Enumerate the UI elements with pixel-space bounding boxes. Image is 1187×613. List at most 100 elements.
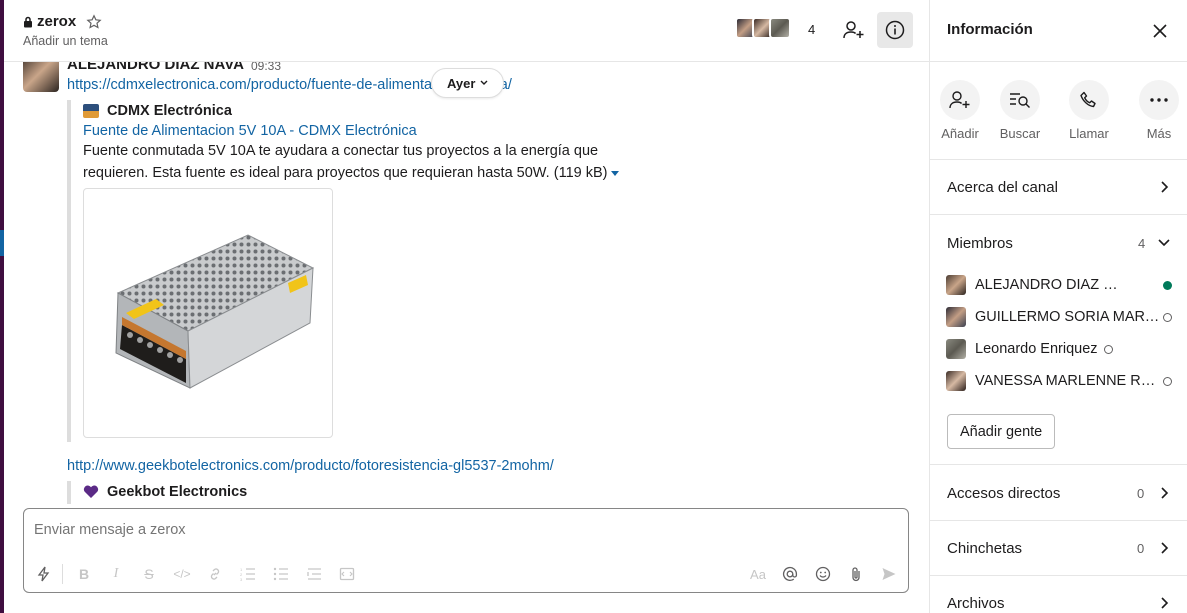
- chevron-down-icon: [480, 80, 488, 85]
- action-circle: [940, 80, 980, 120]
- presence-away-icon: [1103, 344, 1113, 354]
- files-row[interactable]: Archivos: [930, 576, 1187, 613]
- strikethrough-button[interactable]: S: [138, 563, 160, 585]
- chevron-right-icon: [1161, 487, 1169, 499]
- member-avatars[interactable]: [735, 17, 791, 39]
- message-timestamp[interactable]: 09:33: [251, 62, 281, 73]
- member-item[interactable]: VANESSA MARLENNE RUIZ: [946, 370, 1178, 392]
- code-button[interactable]: </>: [171, 563, 193, 585]
- link-icon: [210, 568, 220, 580]
- code-block-button[interactable]: [336, 563, 358, 585]
- info-icon: [885, 20, 905, 40]
- members-count: 4: [1138, 236, 1146, 251]
- more-action-button[interactable]: Más: [1129, 80, 1187, 141]
- message-link[interactable]: http://www.geekbotelectronics.com/produc…: [67, 458, 554, 474]
- message-list[interactable]: ALEJANDRO DIAZ NAVA 09:33 https://cdmxel…: [4, 62, 929, 504]
- chevron-right-icon: [1161, 542, 1169, 554]
- row-count: 0: [1137, 485, 1145, 501]
- panel-title: Información: [947, 21, 1033, 38]
- channel-topic[interactable]: Añadir un tema: [23, 34, 108, 48]
- emoji-icon: [815, 566, 831, 582]
- about-channel-row[interactable]: Acerca del canal: [930, 160, 1187, 215]
- shortcuts-row[interactable]: Accesos directos 0: [930, 466, 1187, 521]
- action-circle: [1139, 80, 1179, 120]
- avatar: [946, 275, 966, 295]
- message-author[interactable]: ALEJANDRO DIAZ NAVA: [67, 62, 244, 73]
- star-icon[interactable]: [86, 13, 102, 30]
- emoji-button[interactable]: [812, 563, 834, 585]
- message-input[interactable]: [34, 522, 874, 538]
- member-name: GUILLERMO SORIA MARTINEZ: [975, 309, 1163, 325]
- ordered-list-button[interactable]: 123: [237, 563, 259, 585]
- link-preview: Geekbot Electronics: [67, 481, 467, 504]
- italic-button[interactable]: I: [105, 563, 127, 585]
- date-divider-button[interactable]: Ayer: [431, 68, 505, 98]
- attach-button[interactable]: [845, 563, 867, 585]
- row-count: 0: [1137, 540, 1145, 556]
- members-section: Miembros 4 ALEJANDRO DIAZ NAVA GUILLERMO…: [930, 215, 1187, 465]
- search-action-button[interactable]: Buscar: [990, 80, 1050, 141]
- bold-button[interactable]: B: [73, 563, 95, 585]
- close-icon: [1153, 24, 1167, 38]
- avatar[interactable]: [23, 62, 59, 92]
- composer-toolbar: B I S </> 123 Aa: [24, 559, 908, 589]
- link-button[interactable]: [204, 563, 226, 585]
- action-circle: [1069, 80, 1109, 120]
- chevron-right-icon: [1161, 181, 1169, 193]
- indent-button[interactable]: [303, 563, 325, 585]
- members-title[interactable]: Miembros: [947, 235, 1013, 252]
- search-icon: [1010, 93, 1030, 108]
- shortcuts-button[interactable]: [33, 563, 55, 585]
- details-button[interactable]: [877, 12, 913, 48]
- italic-icon: I: [113, 566, 119, 581]
- channel-title[interactable]: zerox: [23, 13, 102, 30]
- site-favicon-icon: [83, 104, 99, 118]
- member-item[interactable]: GUILLERMO SORIA MARTINEZ: [946, 306, 1178, 328]
- message-composer: B I S </> 123 Aa: [23, 508, 909, 593]
- panel-header: Información: [930, 0, 1187, 62]
- code-block-icon: [339, 567, 355, 581]
- lock-icon: [24, 16, 32, 27]
- presence-away-icon: [1163, 312, 1172, 322]
- add-people-button[interactable]: Añadir gente: [947, 414, 1056, 449]
- member-item[interactable]: Leonardo Enriquez: [946, 338, 1178, 360]
- send-icon: [882, 568, 896, 580]
- channel-name: zerox: [37, 13, 77, 30]
- svg-text:3: 3: [240, 577, 243, 581]
- member-count[interactable]: 4: [808, 22, 815, 37]
- date-divider-label: Ayer: [447, 75, 476, 91]
- call-action-button[interactable]: Llamar: [1059, 80, 1119, 141]
- add-action-button[interactable]: Añadir: [930, 80, 990, 141]
- preview-description: Fuente conmutada 5V 10A te ayudara a con…: [83, 140, 643, 184]
- send-button[interactable]: [878, 563, 900, 585]
- member-name: Leonardo Enriquez: [975, 341, 1098, 357]
- row-label: Archivos: [947, 595, 1005, 612]
- power-supply-image: [115, 234, 315, 389]
- row-label: Acerca del canal: [947, 178, 1058, 196]
- member-name: VANESSA MARLENNE RUIZ: [975, 373, 1163, 389]
- preview-image[interactable]: [83, 188, 333, 438]
- close-panel-button[interactable]: [1149, 20, 1171, 42]
- preview-site: Geekbot Electronics: [83, 481, 467, 503]
- add-member-button[interactable]: [836, 12, 872, 48]
- mention-button[interactable]: [779, 563, 801, 585]
- chevron-right-icon: [1161, 597, 1169, 609]
- preview-title-link[interactable]: Fuente de Alimentacion 5V 10A - CDMX Ele…: [83, 123, 767, 139]
- collapse-caret-icon[interactable]: [611, 170, 620, 176]
- preview-site-name: CDMX Electrónica: [107, 103, 232, 119]
- presence-away-icon: [1163, 376, 1172, 386]
- pins-row[interactable]: Chinchetas 0: [930, 521, 1187, 576]
- avatar: [946, 371, 966, 391]
- formatting-toggle-button[interactable]: Aa: [747, 563, 769, 585]
- indent-icon: [307, 568, 321, 580]
- link-preview: CDMX Electrónica Fuente de Alimentacion …: [67, 100, 767, 442]
- row-label: Accesos directos: [947, 484, 1061, 502]
- code-icon: </>: [173, 567, 191, 581]
- avatar: [946, 307, 966, 327]
- member-name: ALEJANDRO DIAZ NAVA: [975, 277, 1127, 293]
- bulleted-list-button[interactable]: [270, 563, 292, 585]
- paperclip-icon: [852, 567, 860, 582]
- chevron-down-icon[interactable]: [1156, 234, 1172, 250]
- member-item[interactable]: ALEJANDRO DIAZ NAVA: [946, 274, 1178, 296]
- add-user-icon: [949, 91, 970, 109]
